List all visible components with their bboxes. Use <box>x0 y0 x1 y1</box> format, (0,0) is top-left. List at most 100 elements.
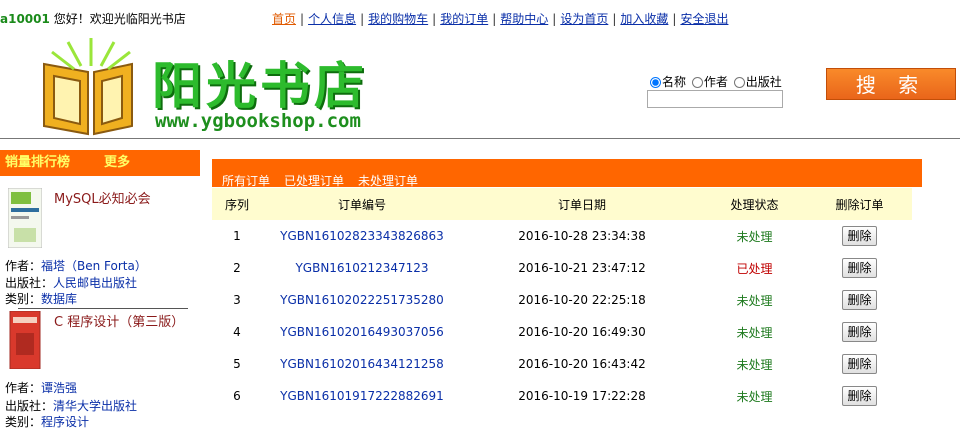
sidebar-divider <box>18 308 188 309</box>
nav-orders-link[interactable]: 我的订单 <box>440 12 488 26</box>
delete-order-button[interactable]: 删除 <box>842 322 877 342</box>
table-row: 5 YGBN16102016434121258 2016-10-20 16:43… <box>212 348 912 380</box>
nav-cart-link[interactable]: 我的购物车 <box>368 12 428 26</box>
nav-logout-link[interactable]: 安全退出 <box>680 12 728 26</box>
bestseller-header: 销量排行榜 更多 <box>0 150 200 176</box>
delete-order-button[interactable]: 删除 <box>842 290 877 310</box>
book-author-line: 作者：谭浩强 <box>5 380 77 396</box>
book-category-line: 类别：程序设计 <box>5 414 89 430</box>
nav-set-homepage-link[interactable]: 设为首页 <box>560 12 608 26</box>
tab-processed-orders[interactable]: 已处理订单 <box>284 172 344 189</box>
logo-title: 阳光书店 <box>152 57 368 115</box>
search-type-publisher-label: 出版社 <box>745 75 782 89</box>
order-seq: 1 <box>233 229 241 243</box>
nav-separator: | <box>300 12 305 26</box>
tab-all-orders[interactable]: 所有订单 <box>222 172 270 189</box>
order-id-link[interactable]: YGBN16102022251735280 <box>262 284 462 316</box>
order-status: 未处理 <box>736 229 773 244</box>
search-type-publisher-radio[interactable] <box>733 77 745 88</box>
order-id-link[interactable]: YGBN1610212347123 <box>262 252 462 284</box>
column-header-order-id: 订单编号 <box>262 188 462 220</box>
table-header-row: 序列 订单编号 订单日期 处理状态 删除订单 <box>212 188 912 220</box>
book-publisher-line: 出版社：人民邮电出版社 <box>5 275 137 291</box>
search-input[interactable] <box>647 90 783 108</box>
author-link[interactable]: 福塔（Ben Forta） <box>41 259 147 273</box>
order-id-link[interactable]: YGBN16102016493037056 <box>262 316 462 348</box>
nav-help-link[interactable]: 帮助中心 <box>500 12 548 26</box>
nav-bookmark-link[interactable]: 加入收藏 <box>620 12 668 26</box>
order-status: 未处理 <box>736 389 773 404</box>
site-logo[interactable]: 阳光书店 www.ygbookshop.com <box>36 36 416 136</box>
search-type-publisher[interactable]: 出版社 <box>733 75 782 89</box>
welcome-bar: a10001 您好！欢迎光临阳光书店 <box>0 10 186 27</box>
search-type-author-radio[interactable] <box>691 77 703 88</box>
order-date: 2016-10-20 16:43:42 <box>518 357 646 371</box>
column-header-status: 处理状态 <box>702 188 807 220</box>
nav-separator: | <box>672 12 677 26</box>
book-author-line: 作者：福塔（Ben Forta） <box>5 258 147 274</box>
order-id-link[interactable]: YGBN16102016434121258 <box>262 348 462 380</box>
delete-order-button[interactable]: 删除 <box>842 226 877 246</box>
book-publisher-line: 出版社：清华大学出版社 <box>5 398 137 414</box>
logo-url: www.ygbookshop.com <box>155 110 361 132</box>
category-link[interactable]: 数据库 <box>41 292 77 306</box>
order-id-link[interactable]: YGBN16102823343826863 <box>262 220 462 252</box>
delete-order-button[interactable]: 删除 <box>842 386 877 406</box>
publisher-label: 出版社： <box>5 276 54 290</box>
order-seq: 2 <box>233 261 241 275</box>
tab-unprocessed-orders[interactable]: 未处理订单 <box>358 172 418 189</box>
category-label: 类别： <box>5 292 42 306</box>
table-row: 6 YGBN16101917222882691 2016-10-19 17:22… <box>212 380 912 412</box>
book-cover-image[interactable] <box>8 188 42 248</box>
order-date: 2016-10-21 23:47:12 <box>518 261 646 275</box>
search-type-name-label: 名称 <box>662 75 687 89</box>
open-book-logo-icon <box>43 38 133 136</box>
publisher-link[interactable]: 清华大学出版社 <box>53 399 137 413</box>
publisher-label: 出版社： <box>5 399 54 413</box>
welcome-text: 您好！欢迎光临阳光书店 <box>53 12 186 26</box>
top-nav: 首页 | 个人信息 | 我的购物车 | 我的订单 | 帮助中心 | 设为首页 | 加入收藏 | 安全退出 <box>272 10 728 27</box>
search-button[interactable]: 搜 索 <box>826 68 956 100</box>
table-row: 4 YGBN16102016493037056 2016-10-20 16:49… <box>212 316 912 348</box>
author-label: 作者： <box>5 259 42 273</box>
book-title-link[interactable]: MySQL必知必会 <box>54 188 151 207</box>
bestseller-title: 销量排行榜 <box>5 155 71 170</box>
nav-separator: | <box>492 12 497 26</box>
column-header-delete: 删除订单 <box>807 188 912 220</box>
table-row: 3 YGBN16102022251735280 2016-10-20 22:25… <box>212 284 912 316</box>
order-seq: 5 <box>233 357 241 371</box>
search-type-name-radio[interactable] <box>650 77 661 88</box>
table-row: 1 YGBN16102823343826863 2016-10-28 23:34… <box>212 220 912 252</box>
order-status: 未处理 <box>736 293 773 308</box>
category-link[interactable]: 程序设计 <box>41 415 89 429</box>
delete-order-button[interactable]: 删除 <box>842 354 877 374</box>
book-cover-image[interactable] <box>8 311 42 369</box>
author-link[interactable]: 谭浩强 <box>41 381 77 395</box>
order-id-link[interactable]: YGBN16101917222882691 <box>262 380 462 412</box>
nav-separator: | <box>612 12 617 26</box>
order-seq: 6 <box>233 389 241 403</box>
order-seq: 3 <box>233 293 241 307</box>
nav-home-link[interactable]: 首页 <box>272 12 296 26</box>
order-status: 未处理 <box>736 325 773 340</box>
delete-order-button[interactable]: 删除 <box>842 258 877 278</box>
search-type-author[interactable]: 作者 <box>691 75 728 89</box>
book-title-link[interactable]: C 程序设计（第三版） <box>54 311 184 330</box>
header-divider <box>0 138 960 139</box>
order-date: 2016-10-20 22:25:18 <box>518 293 646 307</box>
table-row: 2 YGBN1610212347123 2016-10-21 23:47:12 … <box>212 252 912 284</box>
nav-separator: | <box>552 12 557 26</box>
order-status: 已处理 <box>736 261 773 276</box>
order-date: 2016-10-19 17:22:28 <box>518 389 646 403</box>
username: a10001 <box>0 12 50 26</box>
nav-separator: | <box>360 12 365 26</box>
nav-separator: | <box>432 12 437 26</box>
author-label: 作者： <box>5 381 42 395</box>
nav-profile-link[interactable]: 个人信息 <box>308 12 356 26</box>
publisher-link[interactable]: 人民邮电出版社 <box>53 276 137 290</box>
order-seq: 4 <box>233 325 241 339</box>
order-status: 未处理 <box>736 357 773 372</box>
search-type-name[interactable]: 名称 <box>650 75 686 89</box>
category-label: 类别： <box>5 415 42 429</box>
bestseller-more-link[interactable]: 更多 <box>104 150 130 176</box>
